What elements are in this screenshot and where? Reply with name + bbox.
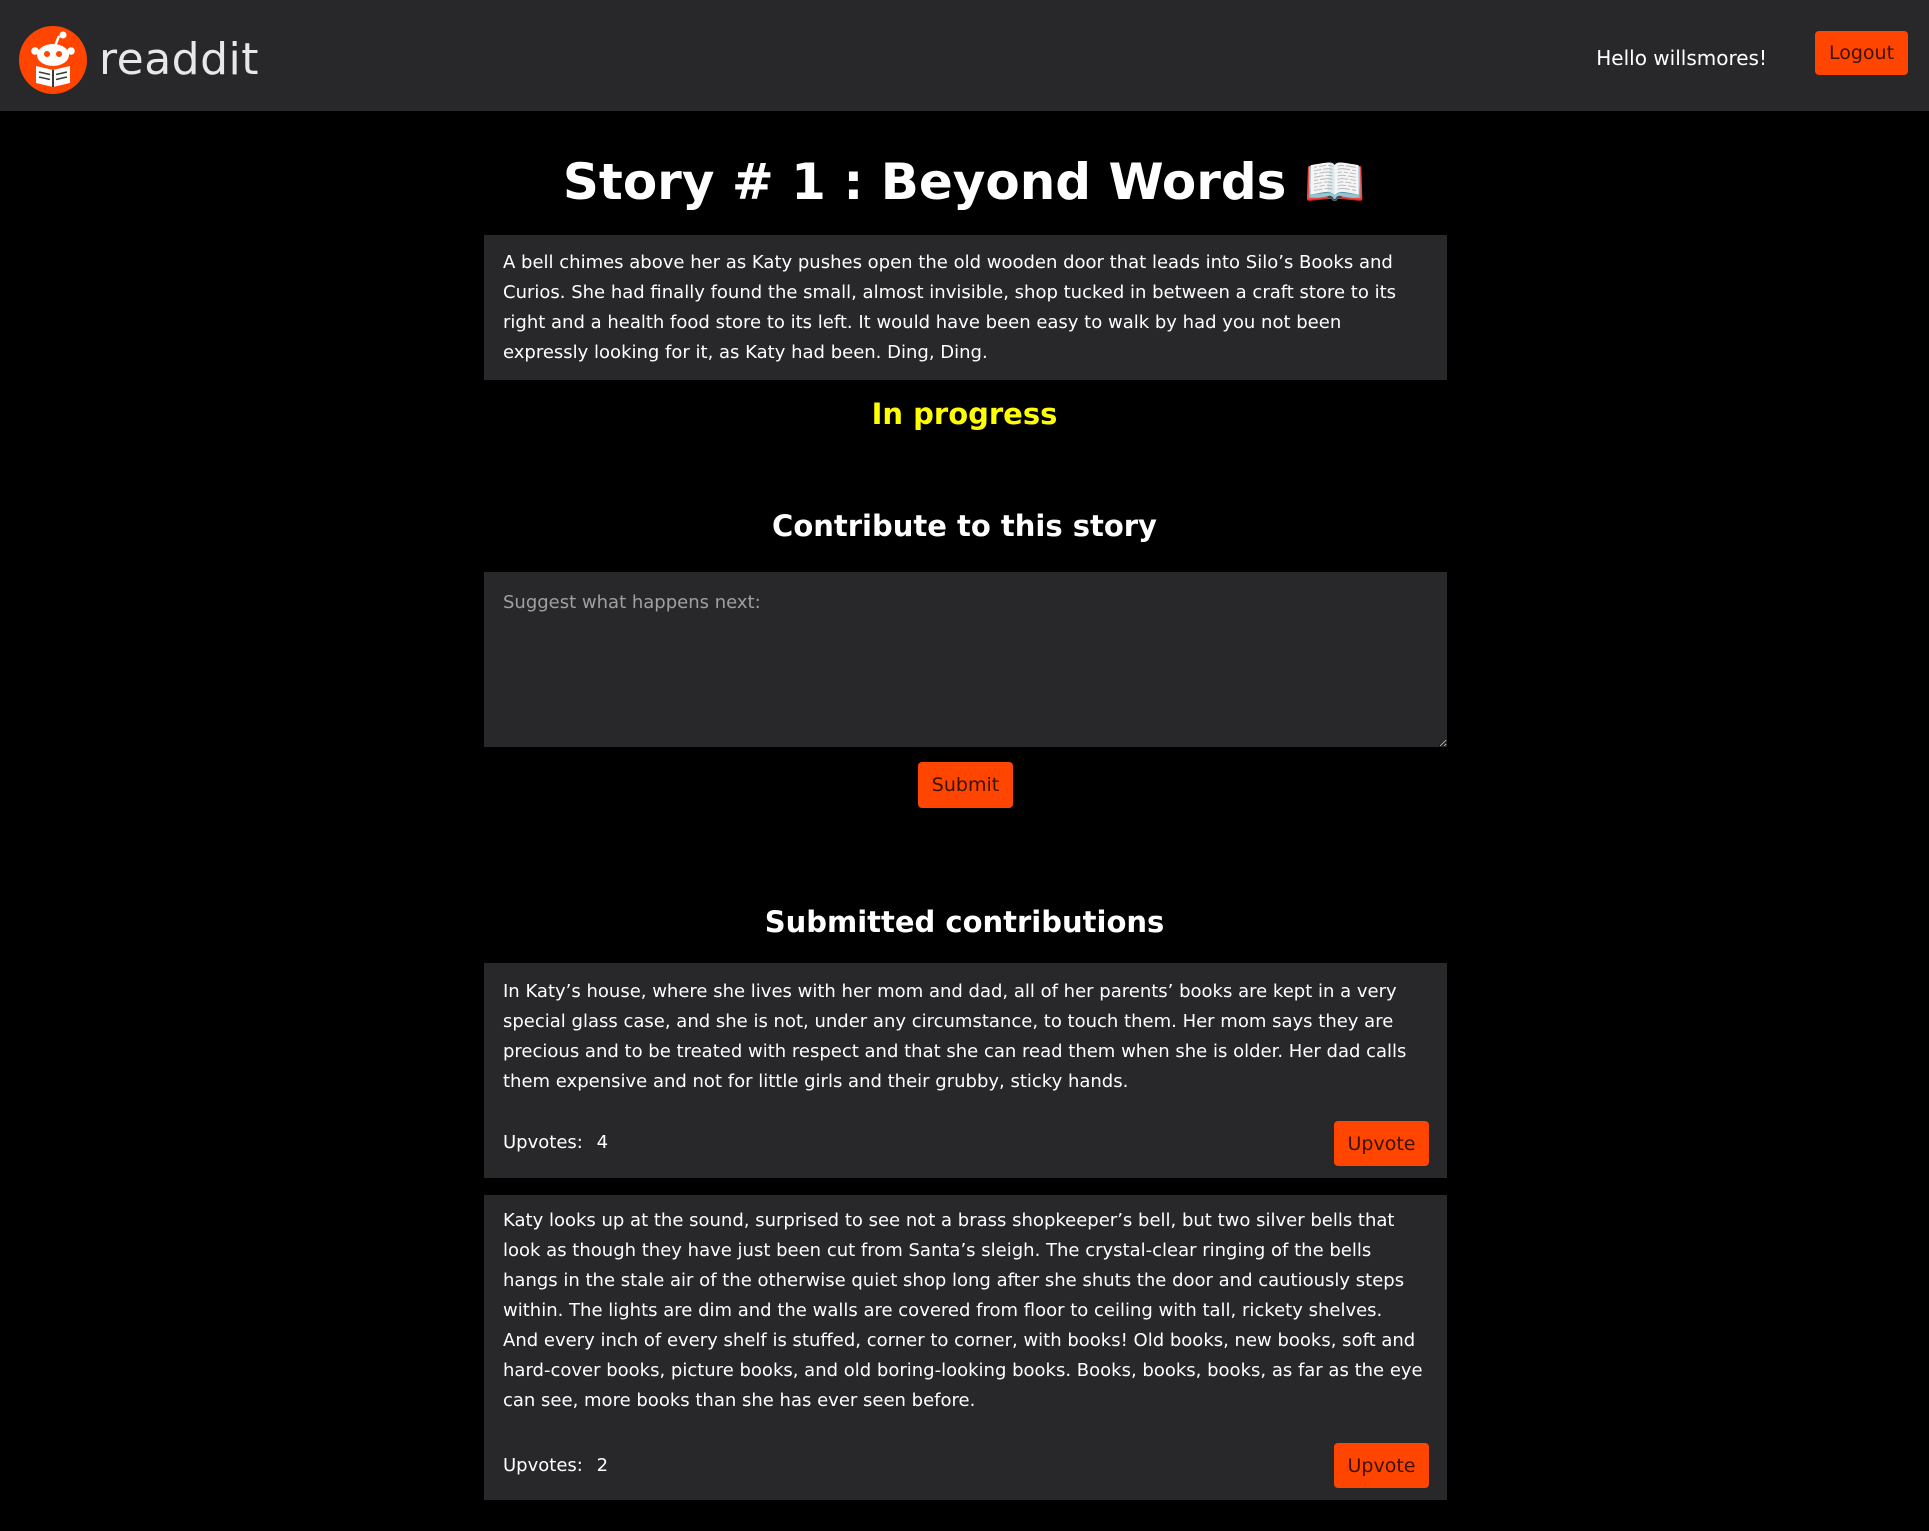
- upvote-count: 4: [596, 1132, 609, 1153]
- upvote-count-row: Upvotes: 2: [503, 1451, 608, 1481]
- upvote-count-row: Upvotes: 4: [503, 1128, 608, 1158]
- contribution-text: In Katy’s house, where she lives with he…: [503, 981, 1407, 1092]
- top-nav-bar: readdit Hello willsmores! Logout: [0, 0, 1929, 111]
- story-status: In progress: [871, 397, 1058, 431]
- user-greeting: Hello willsmores!: [1596, 46, 1767, 70]
- suggestion-textarea[interactable]: [484, 572, 1447, 747]
- upvote-button[interactable]: Upvote: [1334, 1121, 1429, 1166]
- brand-name: readdit: [99, 34, 259, 85]
- submitted-contributions-heading: Submitted contributions: [764, 905, 1165, 939]
- contribution-text: Katy looks up at the sound, surprised to…: [503, 1210, 1423, 1411]
- brand-home-link[interactable]: readdit: [19, 26, 259, 94]
- upvote-button[interactable]: Upvote: [1334, 1443, 1429, 1488]
- upvotes-label: Upvotes:: [503, 1455, 583, 1476]
- contribution-card: Katy looks up at the sound, surprised to…: [484, 1195, 1447, 1500]
- submit-button[interactable]: Submit: [918, 762, 1013, 808]
- upvotes-label: Upvotes:: [503, 1132, 583, 1153]
- story-body-text: A bell chimes above her as Katy pushes o…: [503, 252, 1397, 363]
- story-body-card: A bell chimes above her as Katy pushes o…: [484, 235, 1447, 380]
- page-title: Story # 1 : Beyond Words 📖: [562, 153, 1367, 211]
- logout-button[interactable]: Logout: [1815, 31, 1908, 75]
- upvote-count: 2: [596, 1455, 609, 1476]
- reading-robot-logo-icon: [19, 26, 87, 94]
- contribution-card: In Katy’s house, where she lives with he…: [484, 963, 1447, 1178]
- contribute-heading: Contribute to this story: [772, 509, 1157, 543]
